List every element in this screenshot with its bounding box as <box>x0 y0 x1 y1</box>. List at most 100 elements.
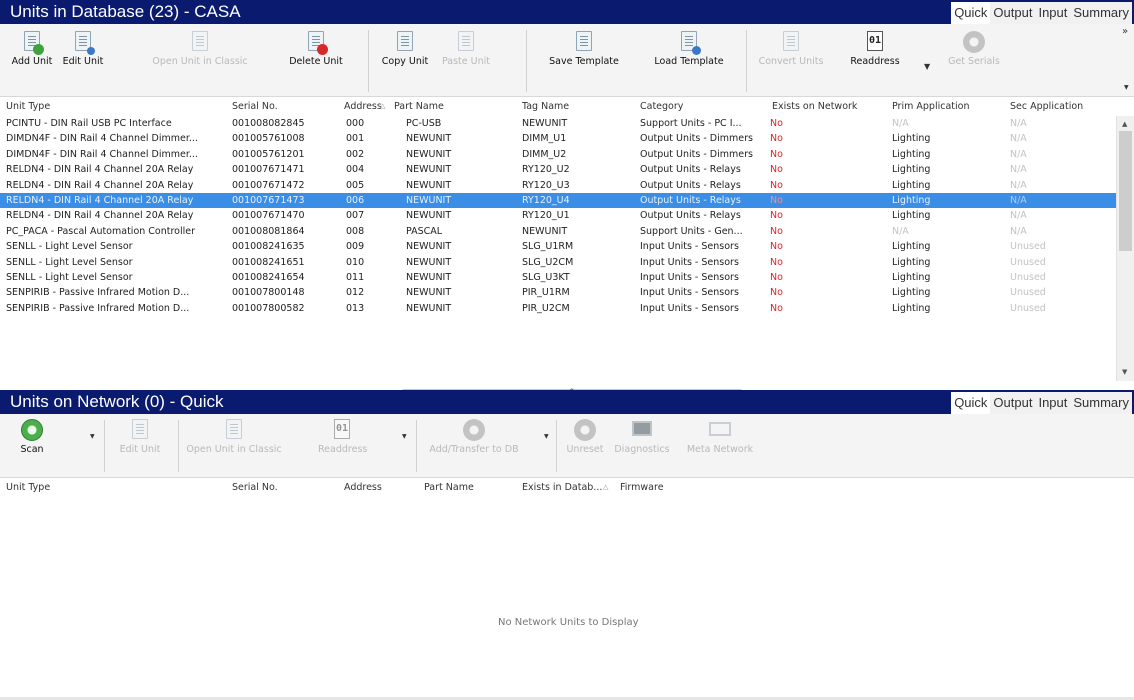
edit-unit-button[interactable]: Edit Unit <box>60 31 106 67</box>
table-row[interactable]: SENLL - Light Level Sensor 001008241654 01… <box>0 270 1116 285</box>
cell-unit-type: SENLL - Light Level Sensor <box>6 241 133 253</box>
tab-output[interactable]: Output <box>990 2 1036 24</box>
cell-address: 011 <box>346 272 365 283</box>
column-header-part-name[interactable]: Part Name <box>394 97 520 116</box>
table-row[interactable]: SENLL - Light Level Sensor 001008241635 00… <box>0 239 1116 254</box>
cell-prim: Lighting <box>892 195 931 206</box>
table-row[interactable]: RELDN4 - DIN Rail 4 Channel 20A Relay 001… <box>0 208 1116 223</box>
table-row[interactable]: DIMDN4F - DIN Rail 4 Channel Dimmer... 00… <box>0 147 1116 162</box>
unreset-icon <box>574 419 596 441</box>
cell-category: Output Units - Relays <box>640 179 741 191</box>
convert-units-button[interactable]: Convert Units <box>752 31 830 67</box>
table-row[interactable]: RELDN4 - DIN Rail 4 Channel 20A Relay 001… <box>0 193 1116 208</box>
tab-quick[interactable]: Quick <box>951 392 991 414</box>
scroll-down-arrow-icon[interactable]: ▼ <box>1122 368 1127 376</box>
open-unit-classic-label: Open Unit in Classic <box>152 56 248 67</box>
column-header-serial-no[interactable]: Serial No. <box>232 97 342 116</box>
readdress-button[interactable]: 01 Readdress <box>846 31 904 67</box>
scroll-up-arrow-icon[interactable]: ▲ <box>1122 120 1127 128</box>
cell-prim: N/A <box>892 225 909 237</box>
cell-prim: Lighting <box>892 256 931 268</box>
tab-output[interactable]: Output <box>990 392 1036 414</box>
cell-tag: PIR_U2CM <box>522 302 570 314</box>
meta-network-button[interactable]: Meta Network <box>680 419 760 455</box>
column-header-prim-application[interactable]: Prim Application <box>892 97 1008 116</box>
database-grid-vscrollbar[interactable]: ▲ ▼ <box>1116 116 1134 382</box>
cell-address: 006 <box>346 195 365 206</box>
delete-unit-button[interactable]: Delete Unit <box>286 31 346 67</box>
paste-unit-button[interactable]: Paste Unit <box>436 31 496 67</box>
cell-unit-type: PC_PACA - Pascal Automation Controller <box>6 225 196 237</box>
meta-network-label: Meta Network <box>686 444 754 455</box>
diagnostics-button[interactable]: Diagnostics <box>610 419 674 455</box>
edit-unit-label: Edit Unit <box>119 444 161 455</box>
table-row[interactable]: PC_PACA - Pascal Automation Controller 00… <box>0 224 1116 239</box>
column-header-firmware[interactable]: Firmware <box>620 478 720 497</box>
scan-dropdown-arrow[interactable]: ▼ <box>90 433 95 440</box>
delete-unit-icon <box>307 31 328 55</box>
readdress-label: Readdress <box>850 56 900 67</box>
cell-tag: NEWUNIT <box>522 225 568 237</box>
cell-serial: 001008082845 <box>232 118 305 129</box>
database-view-tabs: Quick Output Input Summary <box>951 2 1132 24</box>
tab-input[interactable]: Input <box>1035 392 1071 414</box>
load-template-icon <box>680 31 701 55</box>
add-transfer-to-db-button[interactable]: Add/Transfer to DB <box>424 419 524 455</box>
cell-part: NEWUNIT <box>406 133 452 145</box>
cell-prim: Lighting <box>892 302 931 314</box>
cell-category: Input Units - Sensors <box>640 272 739 283</box>
convert-units-label: Convert Units <box>758 56 824 67</box>
vscroll-thumb[interactable] <box>1119 131 1132 251</box>
readdress-button[interactable]: 01 Readdress <box>318 419 368 455</box>
column-header-unit-type[interactable]: Unit Type <box>6 97 230 116</box>
column-header-address[interactable]: Address <box>344 478 414 497</box>
cell-tag: DIMM_U1 <box>522 133 567 145</box>
edit-unit-button[interactable]: Edit Unit <box>114 419 166 455</box>
unreset-button[interactable]: Unreset <box>562 419 608 455</box>
readdress-dropdown-arrow[interactable]: ▼ <box>402 433 407 440</box>
toolbar-overflow-arrow-icon[interactable]: ▼ <box>1124 84 1129 91</box>
column-header-unit-type[interactable]: Unit Type <box>6 478 226 497</box>
column-header-exists-on-network[interactable]: Exists on Network <box>772 97 890 116</box>
network-panel-header: Units on Network (0) - Quick Quick Outpu… <box>0 390 1134 414</box>
table-row[interactable]: SENPIRIB - Passive Infrared Motion D... 0… <box>0 301 1116 316</box>
cell-address: 009 <box>346 241 365 253</box>
tab-summary[interactable]: Summary <box>1070 392 1132 414</box>
copy-unit-button[interactable]: Copy Unit <box>378 31 432 67</box>
save-template-button[interactable]: Save Template <box>536 31 632 67</box>
get-serials-button[interactable]: Get Serials <box>942 31 1006 67</box>
table-row[interactable]: RELDN4 - DIN Rail 4 Channel 20A Relay 001… <box>0 162 1116 177</box>
column-header-tag-name[interactable]: Tag Name <box>522 97 638 116</box>
sort-indicator-icon: △ <box>380 102 386 110</box>
add-transfer-dropdown-arrow[interactable]: ▼ <box>544 433 549 440</box>
scan-button[interactable]: Scan <box>14 419 50 455</box>
column-header-sec-application[interactable]: Sec Application <box>1010 97 1114 116</box>
column-header-category[interactable]: Category <box>640 97 770 116</box>
open-unit-in-classic-button[interactable]: Open Unit in Classic <box>186 419 282 455</box>
cell-exists: No <box>770 287 783 299</box>
cell-tag: PIR_U1RM <box>522 287 570 299</box>
load-template-button[interactable]: Load Template <box>640 31 738 67</box>
cell-serial: 001007800148 <box>232 287 305 299</box>
column-header-serial-no[interactable]: Serial No. <box>232 478 342 497</box>
cell-unit-type: RELDN4 - DIN Rail 4 Channel 20A Relay <box>6 210 194 222</box>
tab-input[interactable]: Input <box>1035 2 1071 24</box>
network-view-tabs: Quick Output Input Summary <box>951 392 1132 414</box>
readdress-dropdown-arrow[interactable]: ▼ <box>924 62 930 71</box>
table-row[interactable]: SENLL - Light Level Sensor 001008241651 01… <box>0 255 1116 270</box>
toolbar-overflow-icon[interactable]: » <box>1122 26 1128 37</box>
table-row[interactable]: RELDN4 - DIN Rail 4 Channel 20A Relay 001… <box>0 178 1116 193</box>
table-row[interactable]: SENPIRIB - Passive Infrared Motion D... 0… <box>0 285 1116 300</box>
cell-part: NEWUNIT <box>406 256 452 268</box>
column-header-part-name[interactable]: Part Name <box>424 478 514 497</box>
open-unit-in-classic-button[interactable]: Open Unit in Classic <box>150 31 250 67</box>
network-toolbar: Scan ▼ Edit Unit Open Unit in Classic 01… <box>0 414 1134 478</box>
cell-unit-type: SENLL - Light Level Sensor <box>6 272 133 283</box>
tab-summary[interactable]: Summary <box>1070 2 1132 24</box>
readdress-label: Readdress <box>318 444 368 455</box>
table-row[interactable]: DIMDN4F - DIN Rail 4 Channel Dimmer... 00… <box>0 131 1116 146</box>
add-unit-button[interactable]: Add Unit <box>10 31 54 67</box>
paste-unit-label: Paste Unit <box>441 56 490 67</box>
tab-quick[interactable]: Quick <box>951 2 991 24</box>
table-row[interactable]: PCINTU - DIN Rail USB PC Interface 001008… <box>0 116 1116 131</box>
